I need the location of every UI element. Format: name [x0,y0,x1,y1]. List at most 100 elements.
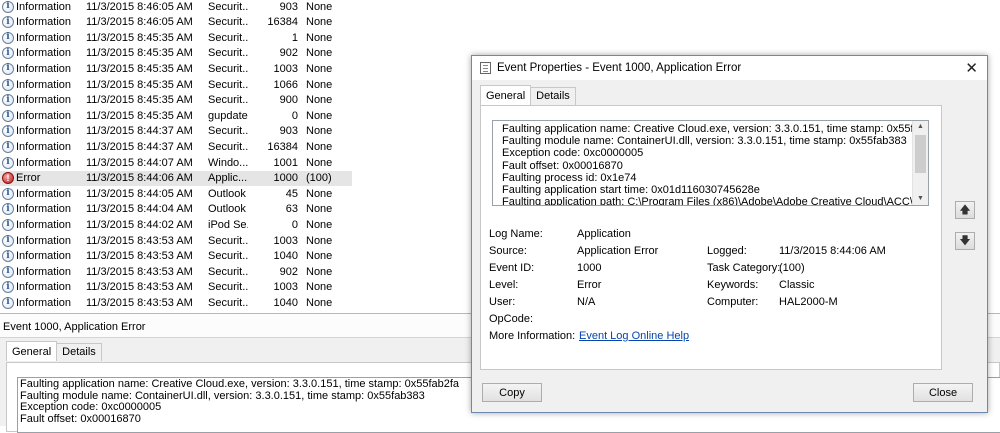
event-id-cell: 903 [279,125,298,138]
info-icon: i [2,78,14,91]
level-label: Level: [489,279,519,291]
event-row[interactable]: i Information 11/3/2015 8:43:53 AM Securit.… [0,264,352,279]
next-event-button[interactable]: 🡇 [955,232,975,250]
event-row[interactable]: i Information 11/3/2015 8:45:35 AM Securit.… [0,46,352,61]
level-cell: i Information [2,187,71,200]
source-cell: Outlook [208,187,246,200]
info-icon: i [2,62,14,75]
event-row[interactable]: i Information 11/3/2015 8:46:05 AM Securit.… [0,15,352,30]
date-cell: 11/3/2015 8:45:35 AM [86,78,193,91]
event-row[interactable]: i Information 11/3/2015 8:43:53 AM Securit.… [0,295,352,310]
category-cell: None [306,156,333,169]
event-row[interactable]: i Information 11/3/2015 8:45:35 AM Securit.… [0,61,352,76]
event-id-cell: 1066 [273,78,298,91]
event-id-label: Event ID: [489,262,535,274]
level-text: Information [16,234,72,247]
event-list[interactable]: i Information 11/3/2015 8:46:05 AM Securit.… [0,0,352,313]
event-id-cell: 903 [279,0,298,13]
scroll-up-icon[interactable]: ▲ [913,121,928,133]
event-row[interactable]: i Information 11/3/2015 8:44:07 AM Windo...… [0,155,352,170]
close-icon[interactable]: ✕ [965,59,978,77]
level-text: Error [16,172,41,185]
preview-tab-details[interactable]: Details [56,343,102,361]
level-text: Information [16,0,72,13]
event-id-cell: 0 [291,218,298,231]
event-id-cell: 1 [291,31,298,44]
previous-event-button[interactable]: 🡅 [955,201,975,219]
event-row[interactable]: i Information 11/3/2015 8:43:53 AM Securit.… [0,233,352,248]
level-cell: i Information [2,203,71,216]
source-cell: Securit... [208,31,248,44]
task-category-value: (100) [779,262,805,274]
close-button[interactable]: Close [913,383,973,402]
logged-value: 11/3/2015 8:44:06 AM [779,245,886,257]
scrollbar-thumb[interactable] [915,135,926,173]
date-cell: 11/3/2015 8:44:06 AM [86,172,193,185]
event-row[interactable]: i Information 11/3/2015 8:45:35 AM gupdate 0… [0,108,352,123]
date-cell: 11/3/2015 8:46:05 AM [86,16,193,29]
source-cell: Windo... [208,156,248,169]
level-text: Information [16,140,72,153]
info-icon: i [2,0,14,13]
level-text: Information [16,218,72,231]
keywords-label: Keywords: [707,279,759,291]
event-row[interactable]: ! Error 11/3/2015 8:44:06 AM Applic... 1000 (… [0,170,352,186]
event-row[interactable]: i Information 11/3/2015 8:45:35 AM Securit.… [0,30,352,45]
source-cell: Applic... [208,172,248,185]
source-cell: Securit... [208,140,248,153]
event-row[interactable]: i Information 11/3/2015 8:43:53 AM Securit.… [0,249,352,264]
source-cell: Securit... [208,296,248,309]
description-scrollbar[interactable]: ▲ ▼ [912,121,928,205]
source-cell: Securit... [208,94,248,107]
event-log-online-help-link[interactable]: Event Log Online Help [579,330,689,342]
level-cell: i Information [2,62,71,75]
event-row[interactable]: i Information 11/3/2015 8:45:35 AM Securit.… [0,77,352,92]
tab-details[interactable]: Details [530,87,576,105]
tab-general[interactable]: General [480,85,532,105]
log-name-value: Application [577,228,631,240]
event-row[interactable]: i Information 11/3/2015 8:45:35 AM Securit.… [0,93,352,108]
event-row[interactable]: i Information 11/3/2015 8:43:53 AM Securit.… [0,280,352,295]
category-cell: None [306,94,333,107]
event-row[interactable]: i Information 11/3/2015 8:44:05 AM Outlook 4… [0,186,352,201]
level-cell: i Information [2,156,71,169]
level-cell: i Information [2,0,72,13]
event-row[interactable]: i Information 11/3/2015 8:44:04 AM Outlook 6… [0,202,352,217]
date-cell: 11/3/2015 8:45:35 AM [86,62,193,75]
event-row[interactable]: i Information 11/3/2015 8:44:37 AM Securit.… [0,139,352,154]
preview-tab-general[interactable]: General [6,341,58,361]
event-id-cell: 1003 [273,62,298,75]
category-cell: None [306,0,333,13]
level-text: Information [16,265,72,278]
event-id-cell: 1003 [273,281,298,294]
category-cell: None [306,125,333,138]
event-id-cell: 16384 [267,140,298,153]
scroll-down-icon[interactable]: ▼ [913,193,928,205]
computer-label: Computer: [707,296,759,308]
arrow-down-icon: 🡇 [959,234,971,247]
event-description[interactable]: Faulting application name: Creative Clou… [492,120,929,206]
category-cell: None [306,140,333,153]
source-cell: Outlook [208,203,246,216]
dialog-title-bar[interactable]: Event Properties - Event 1000, Applicati… [472,56,987,80]
description-line: Faulting process id: 0x1e74 [502,171,637,184]
date-cell: 11/3/2015 8:43:53 AM [86,250,193,263]
arrow-up-icon: 🡅 [959,203,971,216]
date-cell: 11/3/2015 8:43:53 AM [86,265,193,278]
event-row[interactable]: i Information 11/3/2015 8:44:37 AM Securit.… [0,124,352,139]
level-cell: i Information [2,31,71,44]
copy-button[interactable]: Copy [482,383,542,402]
description-line: Faulting module name: ContainerUI.dll, v… [502,135,907,148]
event-row[interactable]: iInformation 11/3/2015 8:44:02 AM iPod Se.… [0,217,352,232]
event-id-cell: 63 [285,203,298,216]
dialog-tabs: General Details [480,85,576,105]
category-cell: None [306,218,333,231]
level-cell: i Information [2,125,71,138]
level-cell: i Information [2,218,72,231]
event-row[interactable]: i Information 11/3/2015 8:46:05 AM Securit.… [0,0,352,14]
event-description-text: Faulting application name: Creative Clou… [502,123,928,205]
category-cell: None [306,78,333,91]
error-icon: ! [2,172,14,185]
opcode-label: OpCode: [489,313,534,325]
logged-label: Logged: [707,245,747,257]
